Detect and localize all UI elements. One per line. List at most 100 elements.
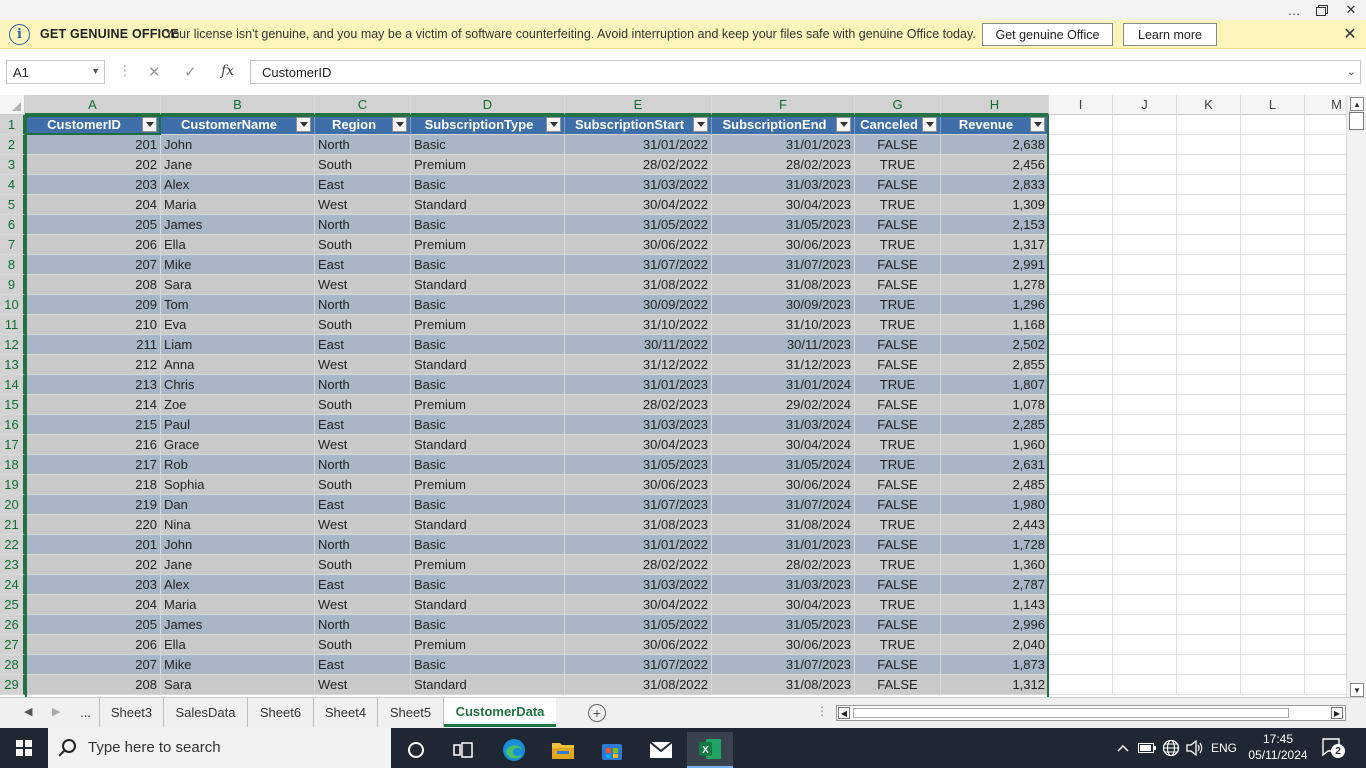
empty-cell[interactable] (1177, 215, 1241, 235)
table-cell[interactable]: Standard (411, 275, 565, 295)
table-cell[interactable]: South (315, 635, 411, 655)
table-cell[interactable]: 31/05/2022 (565, 615, 712, 635)
empty-cell[interactable] (1177, 635, 1241, 655)
empty-cell[interactable] (1305, 395, 1346, 415)
table-cell[interactable]: 31/08/2023 (712, 275, 855, 295)
row-header-11[interactable]: 11 (0, 315, 25, 335)
empty-cell[interactable] (1113, 675, 1177, 695)
table-cell[interactable]: 205 (25, 615, 161, 635)
table-cell[interactable]: TRUE (855, 315, 941, 335)
table-cell[interactable]: Sara (161, 675, 315, 695)
empty-cell[interactable] (1113, 375, 1177, 395)
table-cell[interactable]: Basic (411, 415, 565, 435)
empty-cell[interactable] (1241, 215, 1305, 235)
table-cell[interactable]: 219 (25, 495, 161, 515)
table-header-cell[interactable]: CustomerID (25, 115, 161, 135)
table-cell[interactable]: Dan (161, 495, 315, 515)
table-cell[interactable]: 30/04/2023 (712, 195, 855, 215)
empty-cell[interactable] (1177, 675, 1241, 695)
empty-cell[interactable] (1177, 435, 1241, 455)
table-cell[interactable]: Eva (161, 315, 315, 335)
empty-cell[interactable] (1305, 275, 1346, 295)
empty-cell[interactable] (1113, 235, 1177, 255)
row-header-25[interactable]: 25 (0, 595, 25, 615)
table-cell[interactable]: TRUE (855, 595, 941, 615)
table-cell[interactable]: Paul (161, 415, 315, 435)
empty-cell[interactable] (1305, 575, 1346, 595)
empty-cell[interactable] (1305, 195, 1346, 215)
empty-cell[interactable] (1305, 515, 1346, 535)
table-cell[interactable]: East (315, 655, 411, 675)
empty-cell[interactable] (1241, 395, 1305, 415)
mail-icon[interactable] (638, 732, 684, 768)
table-cell[interactable]: 2,631 (941, 455, 1049, 475)
table-cell[interactable]: 31/07/2024 (712, 495, 855, 515)
table-cell[interactable]: 30/04/2022 (565, 595, 712, 615)
network-globe-icon[interactable] (1162, 728, 1180, 768)
table-cell[interactable]: FALSE (855, 655, 941, 675)
row-header-17[interactable]: 17 (0, 435, 25, 455)
table-cell[interactable]: TRUE (855, 455, 941, 475)
table-cell[interactable]: 205 (25, 215, 161, 235)
empty-cell[interactable] (1113, 435, 1177, 455)
table-cell[interactable]: 30/04/2023 (712, 595, 855, 615)
table-cell[interactable]: West (315, 595, 411, 615)
empty-cell[interactable] (1241, 475, 1305, 495)
table-cell[interactable]: Mike (161, 255, 315, 275)
table-cell[interactable]: 2,833 (941, 175, 1049, 195)
table-cell[interactable]: 31/07/2023 (712, 655, 855, 675)
table-cell[interactable]: 215 (25, 415, 161, 435)
previous-sheet-icon[interactable]: ◀ (24, 705, 32, 718)
table-cell[interactable]: 2,285 (941, 415, 1049, 435)
empty-cell[interactable] (1177, 415, 1241, 435)
table-cell[interactable]: Standard (411, 515, 565, 535)
empty-cell[interactable] (1241, 555, 1305, 575)
table-cell[interactable]: 31/03/2023 (565, 415, 712, 435)
task-view-icon[interactable] (440, 732, 486, 768)
empty-cell[interactable] (1113, 335, 1177, 355)
table-cell[interactable]: 1,078 (941, 395, 1049, 415)
table-cell[interactable]: East (315, 175, 411, 195)
insert-function-icon[interactable]: fx (221, 63, 234, 79)
empty-cell[interactable] (1177, 275, 1241, 295)
table-cell[interactable]: South (315, 475, 411, 495)
column-header-h[interactable]: H (941, 95, 1049, 115)
column-header-e[interactable]: E (565, 95, 712, 115)
horizontal-scroll-thumb[interactable] (853, 708, 1289, 718)
table-cell[interactable]: 30/11/2023 (712, 335, 855, 355)
empty-cell[interactable] (1113, 495, 1177, 515)
table-cell[interactable]: FALSE (855, 475, 941, 495)
empty-cell[interactable] (1305, 135, 1346, 155)
microsoft-store-icon[interactable] (589, 732, 635, 768)
table-cell[interactable]: Liam (161, 335, 315, 355)
table-cell[interactable]: 31/01/2023 (712, 535, 855, 555)
empty-cell[interactable] (1113, 155, 1177, 175)
empty-cell[interactable] (1177, 135, 1241, 155)
empty-cell[interactable] (1049, 155, 1113, 175)
empty-cell[interactable] (1049, 115, 1113, 135)
table-cell[interactable]: 203 (25, 575, 161, 595)
table-cell[interactable]: 208 (25, 275, 161, 295)
learn-more-button[interactable]: Learn more (1123, 23, 1217, 46)
table-cell[interactable]: FALSE (855, 275, 941, 295)
empty-cell[interactable] (1177, 235, 1241, 255)
table-cell[interactable]: 31/01/2024 (712, 375, 855, 395)
cortana-icon[interactable] (393, 732, 439, 768)
empty-cell[interactable] (1049, 655, 1113, 675)
table-cell[interactable]: 30/04/2024 (712, 435, 855, 455)
table-cell[interactable]: Premium (411, 315, 565, 335)
empty-cell[interactable] (1241, 295, 1305, 315)
table-cell[interactable]: Basic (411, 375, 565, 395)
empty-cell[interactable] (1177, 475, 1241, 495)
table-cell[interactable]: 218 (25, 475, 161, 495)
table-cell[interactable]: Standard (411, 435, 565, 455)
table-cell[interactable]: North (315, 375, 411, 395)
table-cell[interactable]: 2,485 (941, 475, 1049, 495)
table-cell[interactable]: North (315, 535, 411, 555)
empty-cell[interactable] (1113, 255, 1177, 275)
table-cell[interactable]: 1,807 (941, 375, 1049, 395)
table-cell[interactable]: James (161, 215, 315, 235)
table-cell[interactable]: 31/03/2023 (712, 575, 855, 595)
table-cell[interactable]: Standard (411, 675, 565, 695)
table-cell[interactable]: 204 (25, 595, 161, 615)
